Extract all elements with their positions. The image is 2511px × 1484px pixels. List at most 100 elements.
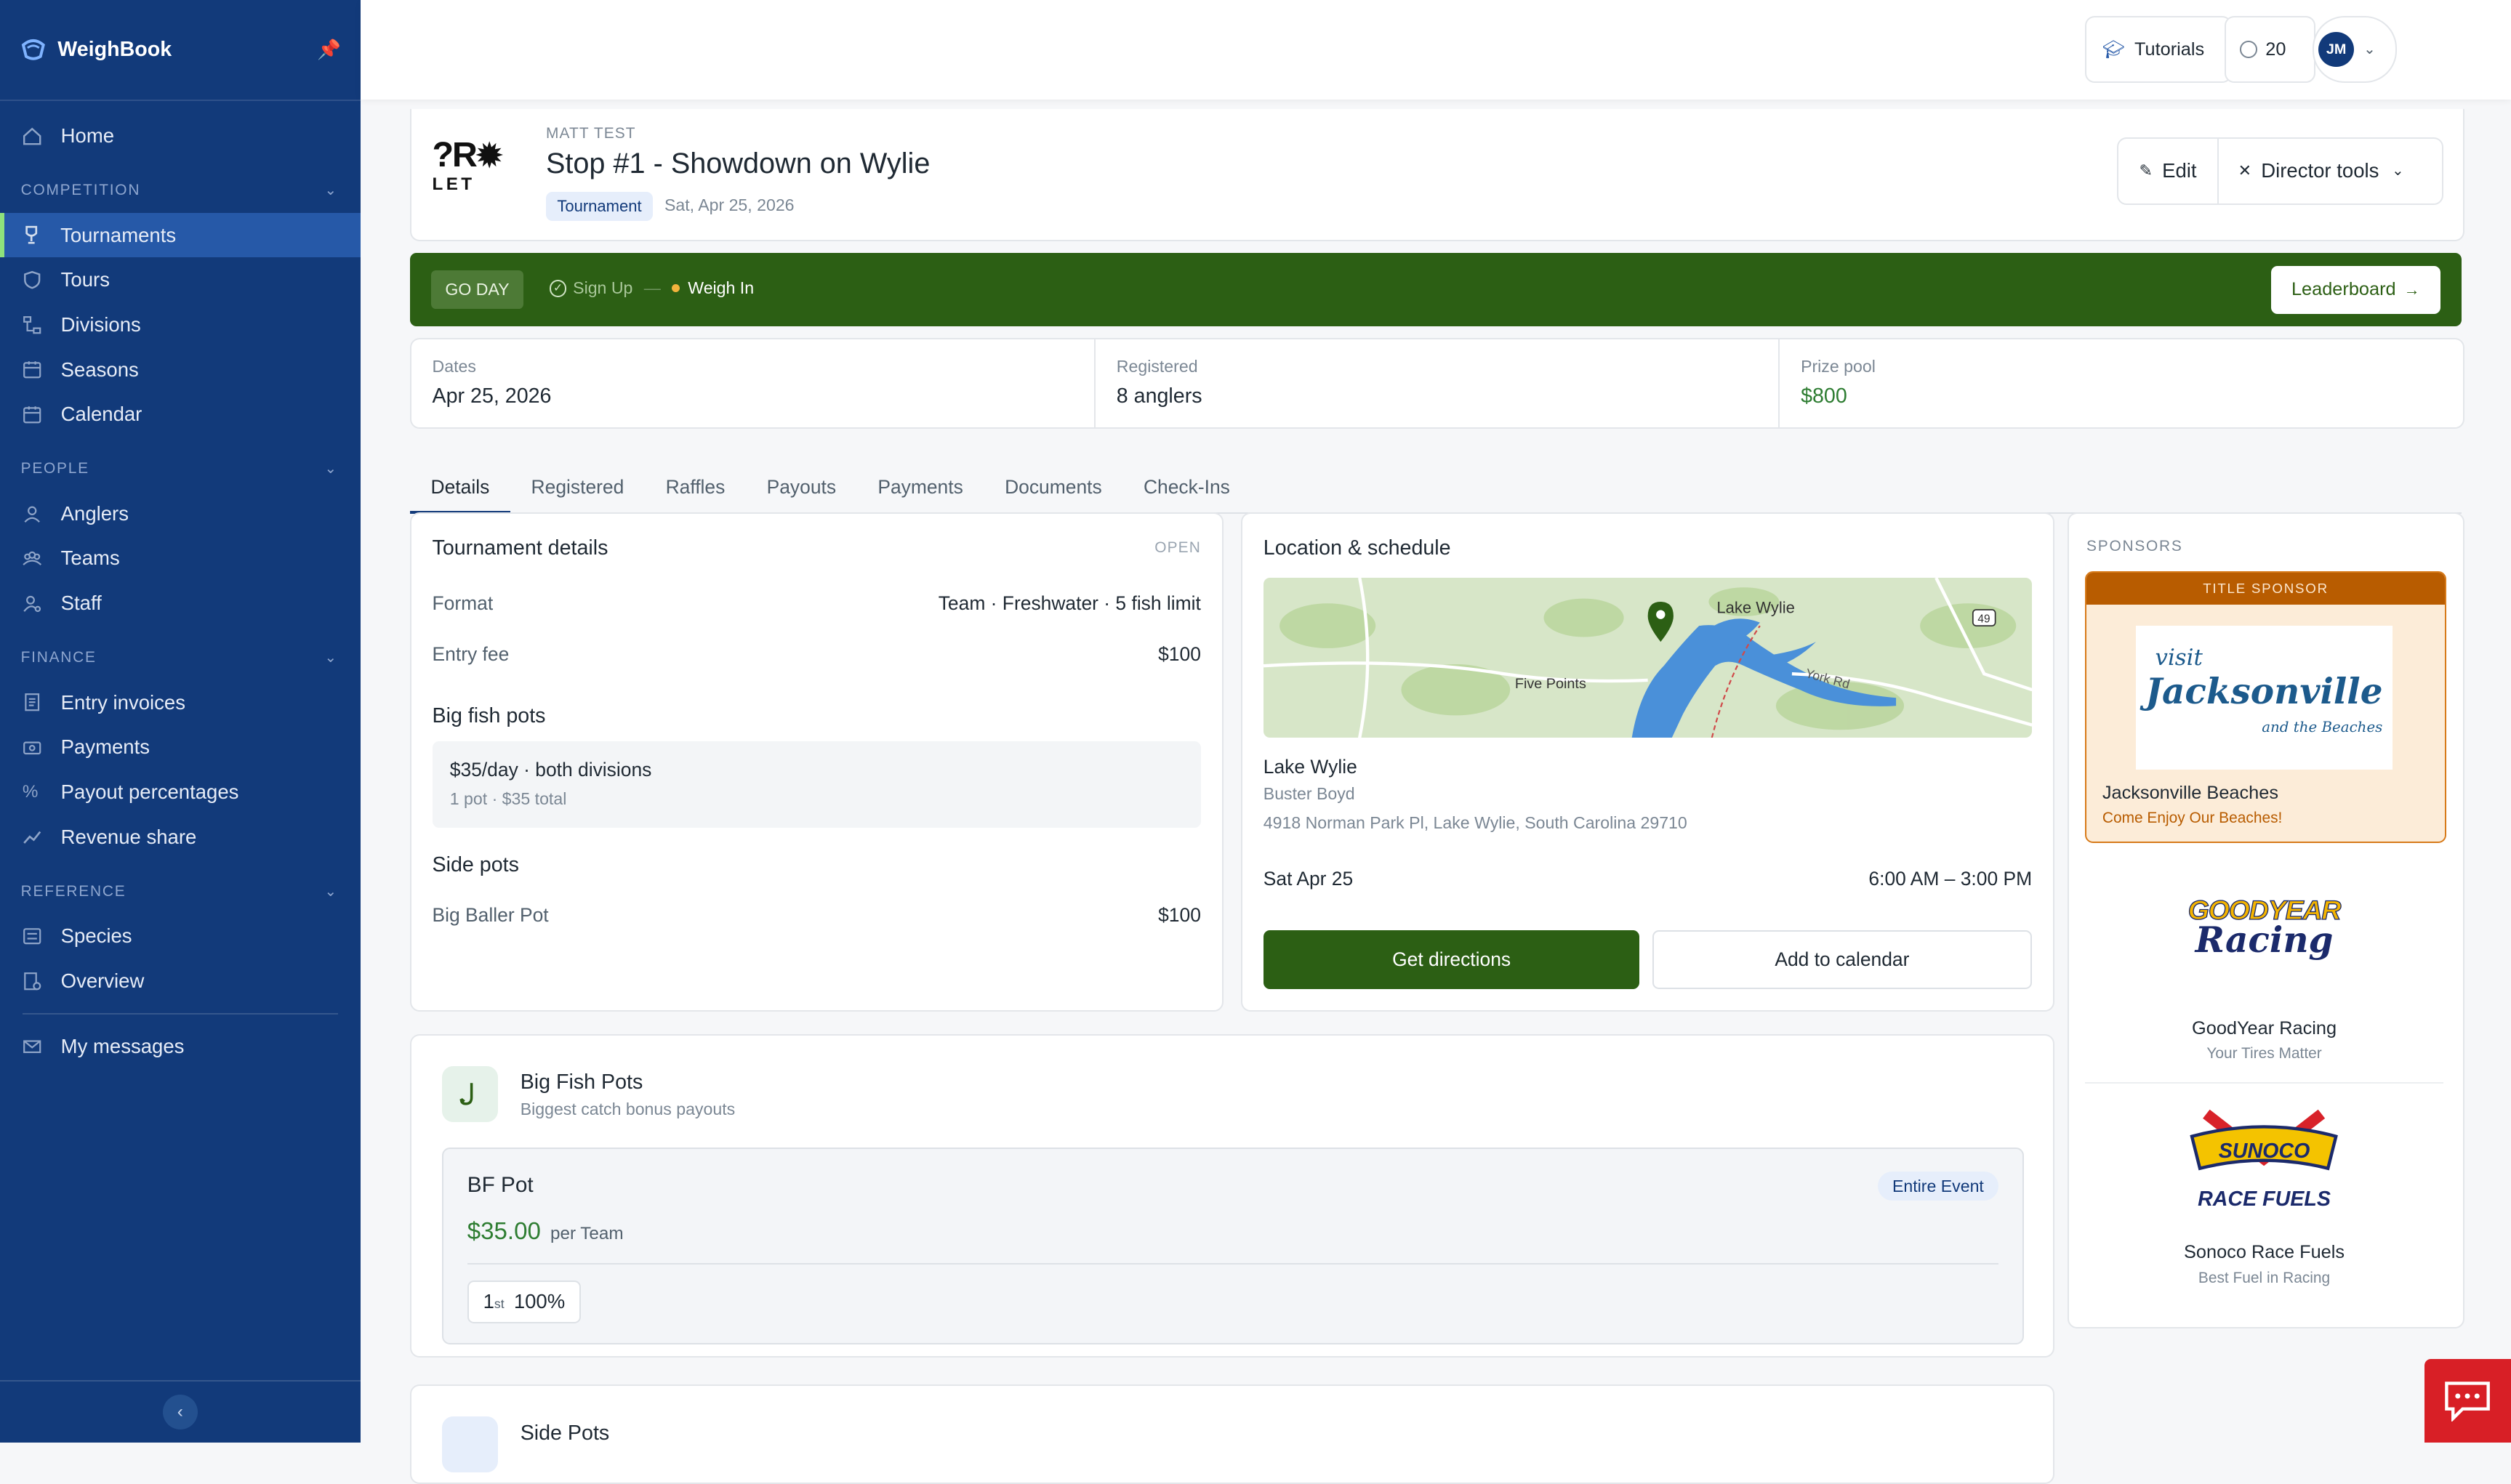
weighbook-logo-icon [22, 39, 46, 61]
user-menu-button[interactable]: JM ⌄ [2312, 16, 2398, 84]
sidebar-item-revenue-share[interactable]: Revenue share [0, 815, 361, 860]
stat-prize-pool: Prize pool $800 [1801, 357, 1876, 408]
chevron-down-icon: ⌄ [324, 182, 338, 198]
pot-divider [467, 1262, 1998, 1265]
chevron-down-icon: ⌄ [324, 461, 338, 477]
location-card: Location & schedule Lake Wylie Five Poin… [1241, 512, 2054, 1012]
section-people[interactable]: PEOPLE ⌄ [0, 446, 361, 491]
hierarchy-icon [23, 315, 41, 334]
brand[interactable]: WeighBook 📌 [0, 0, 361, 101]
payout-place-chip: 1st 100% [467, 1280, 581, 1323]
goodyear-logo: GOODYEAR Racing [2187, 894, 2342, 961]
event-actions: ✎ Edit ✕ Director tools ⌄ [2116, 137, 2443, 205]
arrow-right-icon: → [2403, 280, 2420, 299]
add-to-calendar-button[interactable]: Add to calendar [1652, 929, 2032, 989]
step-weighin: Weigh In [688, 278, 755, 298]
section-competition[interactable]: COMPETITION ⌄ [0, 168, 361, 213]
tab-documents[interactable]: Documents [984, 464, 1122, 511]
sidebar-item-anglers[interactable]: Anglers [0, 491, 361, 536]
sidebar-item-divisions[interactable]: Divisions [0, 302, 361, 347]
avatar: JM [2318, 31, 2354, 68]
sidebar: WeighBook 📌 Home COMPETITION ⌄ Tournament… [0, 0, 361, 1443]
sidebar-divider [22, 1012, 338, 1015]
location-map[interactable]: Lake Wylie Five Points York Rd 49 [1263, 578, 2033, 738]
section-title: Tournament details [432, 536, 608, 560]
bf-pot-card: BF Pot Entire Event $35.00 per Team 1st … [441, 1148, 2024, 1344]
collapse-sidebar-button[interactable]: ‹ [162, 1394, 198, 1430]
tutorials-button[interactable]: 🎓︎ Tutorials [2085, 16, 2233, 84]
sidebar-item-tournaments[interactable]: Tournaments [0, 212, 361, 258]
get-directions-button[interactable]: Get directions [1263, 929, 1640, 990]
location-place: Buster Boyd [1263, 784, 1355, 804]
tab-check-ins[interactable]: Check-Ins [1122, 464, 1250, 511]
sidebar-item-calendar[interactable]: Calendar [0, 392, 361, 437]
side-pots-icon [441, 1416, 498, 1473]
sidebar-item-teams[interactable]: Teams [0, 536, 361, 581]
sponsor-sunoco[interactable]: SUNOCO RACE FUELS Sonoco Race Fuels Best… [2085, 1098, 2443, 1306]
hook-icon [441, 1065, 498, 1122]
chat-widget-button[interactable] [2424, 1359, 2511, 1443]
map-label-lake: Lake Wylie [1716, 598, 1794, 616]
map-label-town: Five Points [1515, 676, 1586, 692]
sidebar-item-home[interactable]: Home [0, 113, 361, 158]
event-header: ?R✹ LET MATT TEST Stop #1 - Showdown on … [409, 108, 2464, 242]
format-value: Team · Freshwater · 5 fish limit [938, 592, 1201, 614]
section-finance[interactable]: FINANCE ⌄ [0, 635, 361, 680]
jacksonville-logo: visit Jacksonville and the Beaches [2136, 625, 2393, 770]
stat-dates: Dates Apr 25, 2026 [411, 339, 1096, 427]
active-step-dot [672, 284, 680, 293]
location-address: 4918 Norman Park Pl, Lake Wylie, South C… [1263, 812, 1687, 832]
section-reference[interactable]: REFERENCE ⌄ [0, 869, 361, 914]
tab-payouts[interactable]: Payouts [746, 464, 857, 511]
user-icon [24, 506, 40, 523]
coin-icon [2240, 41, 2258, 58]
edit-button[interactable]: ✎ Edit [2118, 139, 2219, 203]
status-badge: OPEN [1154, 539, 1201, 557]
chevron-down-icon: ⌄ [324, 883, 338, 900]
trend-up-icon [23, 831, 41, 844]
event-tabs: Details Registered Raffles Payouts Payme… [409, 464, 2462, 514]
sidebar-item-overview[interactable]: Overview [0, 959, 361, 1004]
go-day-badge: GO DAY [430, 270, 524, 310]
app-name: WeighBook [57, 37, 172, 61]
event-org: MATT TEST [545, 124, 636, 142]
chevron-down-icon: ⌄ [2391, 163, 2404, 180]
invoice-icon [25, 693, 39, 711]
event-logo: ?R✹ LET [432, 135, 503, 194]
tab-raffles[interactable]: Raffles [645, 464, 746, 511]
sidebar-item-tours[interactable]: Tours [0, 257, 361, 302]
percent-icon: % [22, 781, 39, 802]
sidebar-item-seasons[interactable]: Seasons [0, 347, 361, 392]
sidebar-item-species[interactable]: Species [0, 914, 361, 959]
step-signup: ✓ Sign Up — Weigh In [549, 278, 755, 298]
director-tools-button[interactable]: ✕ Director tools ⌄ [2219, 139, 2423, 203]
list-icon [23, 928, 41, 945]
leaderboard-button[interactable]: Leaderboard → [2270, 265, 2441, 314]
event-type-badge: Tournament [545, 192, 654, 221]
tab-details[interactable]: Details [409, 464, 510, 514]
schedule-day: Sat Apr 25 [1263, 867, 1354, 890]
home-icon [23, 127, 41, 145]
side-pots-card: Side Pots [409, 1384, 2054, 1484]
calendar-icon [23, 361, 41, 379]
tab-registered[interactable]: Registered [510, 464, 645, 511]
location-lake: Lake Wylie [1263, 755, 1357, 778]
chevron-down-icon: ⌄ [2363, 41, 2376, 58]
shield-icon [23, 270, 41, 289]
pin-icon[interactable]: 📌 [317, 39, 341, 61]
sidebar-item-payments[interactable]: Payments [0, 725, 361, 770]
sidebar-item-payout-percentages[interactable]: % Payout percentages [0, 770, 361, 815]
pot-amount: $35.00 [467, 1217, 541, 1245]
user-gear-icon [23, 595, 41, 613]
chat-icon [2445, 1381, 2491, 1422]
credits-button[interactable]: 20 [2224, 16, 2315, 84]
sidebar-item-messages[interactable]: My messages [0, 1024, 361, 1069]
event-stats: Dates Apr 25, 2026 Registered 8 anglers … [409, 337, 2464, 429]
scope-badge: Entire Event [1878, 1172, 1998, 1201]
title-sponsor[interactable]: TITLE SPONSOR visit Jacksonville and the… [2084, 571, 2447, 844]
tab-payments[interactable]: Payments [857, 464, 984, 511]
event-status-bar: GO DAY ✓ Sign Up — Weigh In Leaderboard → [409, 253, 2462, 327]
sidebar-item-staff[interactable]: Staff [0, 581, 361, 626]
sponsor-goodyear[interactable]: GOODYEAR Racing GoodYear Racing Your Tir… [2084, 866, 2444, 1084]
sidebar-item-entry-invoices[interactable]: Entry invoices [0, 680, 361, 725]
